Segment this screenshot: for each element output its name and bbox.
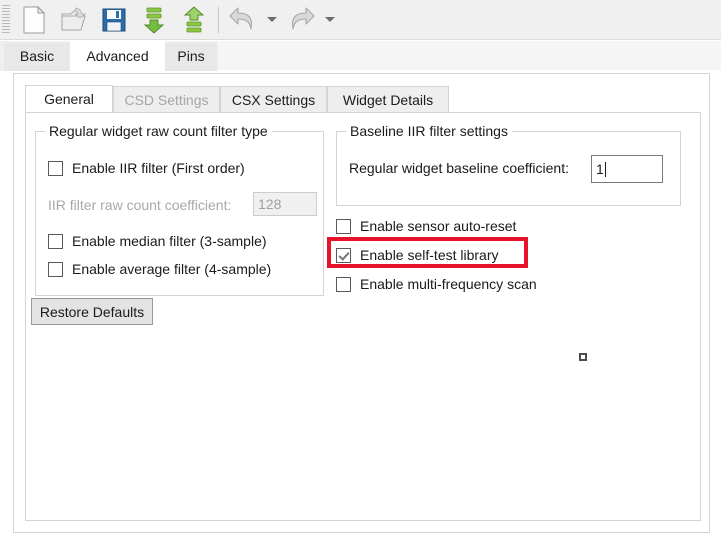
checkbox-enable-average-filter-label: Enable average filter (4-sample) — [72, 261, 272, 277]
checkbox-enable-iir-filter[interactable]: Enable IIR filter (First order) — [48, 158, 245, 178]
checkbox-enable-average-filter-box[interactable] — [48, 261, 63, 277]
redo-dropdown-button[interactable] — [321, 2, 339, 38]
open-folder-icon — [61, 7, 87, 30]
chevron-down-icon — [267, 17, 277, 22]
chevron-down-icon — [325, 17, 335, 22]
checkbox-enable-median-filter[interactable]: Enable median filter (3-sample) — [48, 231, 267, 251]
undo-button[interactable] — [223, 2, 263, 38]
checkbox-enable-iir-filter-box[interactable] — [48, 160, 63, 176]
undo-dropdown-button[interactable] — [263, 2, 281, 38]
text-cursor — [604, 161, 606, 177]
baseline-iir-title: Baseline IIR filter settings — [346, 123, 512, 139]
new-file-icon — [23, 5, 46, 33]
tab-widget-details[interactable]: Widget Details — [327, 86, 449, 113]
checkbox-enable-sensor-auto-reset-box[interactable] — [336, 218, 351, 234]
redo-arrow-icon — [291, 6, 315, 30]
iir-coefficient-label: IIR filter raw count coefficient: — [48, 197, 232, 213]
tab-pins-label: Pins — [177, 48, 205, 64]
tab-advanced-label: Advanced — [86, 48, 149, 64]
regular-widget-filter-groupbox: Regular widget raw count filter type Ena… — [35, 123, 324, 296]
toolbar-drag-grip[interactable] — [2, 4, 10, 35]
general-settings-panel: Regular widget raw count filter type Ena… — [25, 112, 701, 521]
redo-button[interactable] — [281, 2, 321, 38]
sub-tab-bar: General CSD Settings CSX Settings Widget… — [25, 85, 701, 113]
tab-basic[interactable]: Basic — [4, 43, 70, 71]
new-file-button[interactable] — [14, 2, 54, 38]
tab-general-label: General — [44, 91, 94, 107]
restore-defaults-button[interactable]: Restore Defaults — [31, 298, 153, 325]
checkbox-enable-iir-filter-label: Enable IIR filter (First order) — [72, 160, 245, 176]
checkbox-enable-self-test-library[interactable]: Enable self-test library — [336, 245, 499, 265]
download-button[interactable] — [134, 2, 174, 38]
checkbox-enable-sensor-auto-reset-label: Enable sensor auto-reset — [360, 218, 517, 234]
tab-basic-label: Basic — [19, 48, 55, 64]
baseline-coefficient-value: 1 — [596, 161, 604, 177]
open-file-button[interactable] — [54, 2, 94, 38]
iir-coefficient-value: 128 — [258, 196, 282, 212]
toolbar-separator — [218, 6, 219, 33]
checkbox-enable-multi-frequency-scan-label: Enable multi-frequency scan — [360, 276, 537, 292]
iir-coefficient-input[interactable]: 128 — [253, 192, 317, 216]
checkbox-enable-median-filter-box[interactable] — [48, 233, 63, 249]
checkbox-enable-sensor-auto-reset[interactable]: Enable sensor auto-reset — [336, 216, 516, 236]
checkbox-enable-self-test-library-label: Enable self-test library — [360, 247, 499, 263]
upload-button[interactable] — [174, 2, 214, 38]
checkbox-enable-median-filter-label: Enable median filter (3-sample) — [72, 233, 267, 249]
checkbox-enable-multi-frequency-scan[interactable]: Enable multi-frequency scan — [336, 274, 537, 294]
regular-widget-filter-title: Regular widget raw count filter type — [45, 123, 272, 139]
main-tab-bar: Basic Advanced Pins — [0, 41, 721, 71]
checkbox-enable-average-filter[interactable]: Enable average filter (4-sample) — [48, 259, 271, 279]
tab-csx-settings-label: CSX Settings — [231, 92, 316, 108]
tab-csd-settings-label: CSD Settings — [124, 92, 209, 108]
undo-arrow-icon — [229, 6, 253, 30]
resize-grip-marker — [579, 353, 587, 361]
baseline-coefficient-label: Regular widget baseline coefficient: — [349, 160, 569, 176]
download-arrow-icon — [143, 7, 165, 34]
tab-csx-settings[interactable]: CSX Settings — [220, 86, 327, 113]
checkbox-enable-self-test-library-box[interactable] — [336, 247, 351, 263]
restore-defaults-label: Restore Defaults — [39, 303, 145, 320]
save-button[interactable] — [94, 2, 134, 38]
save-floppy-icon — [102, 8, 126, 31]
tab-advanced[interactable]: Advanced — [70, 41, 165, 71]
tab-bar-filler — [218, 41, 721, 71]
tab-general[interactable]: General — [25, 85, 113, 113]
tab-csd-settings[interactable]: CSD Settings — [113, 86, 220, 113]
baseline-iir-groupbox: Baseline IIR filter settings Regular wid… — [336, 123, 681, 206]
tab-pins[interactable]: Pins — [165, 43, 217, 71]
baseline-coefficient-input[interactable]: 1 — [591, 155, 663, 183]
tab-widget-details-label: Widget Details — [342, 92, 434, 108]
checkbox-enable-multi-frequency-scan-box[interactable] — [336, 276, 351, 292]
toolbar — [0, 0, 721, 40]
upload-arrow-icon — [183, 5, 205, 32]
